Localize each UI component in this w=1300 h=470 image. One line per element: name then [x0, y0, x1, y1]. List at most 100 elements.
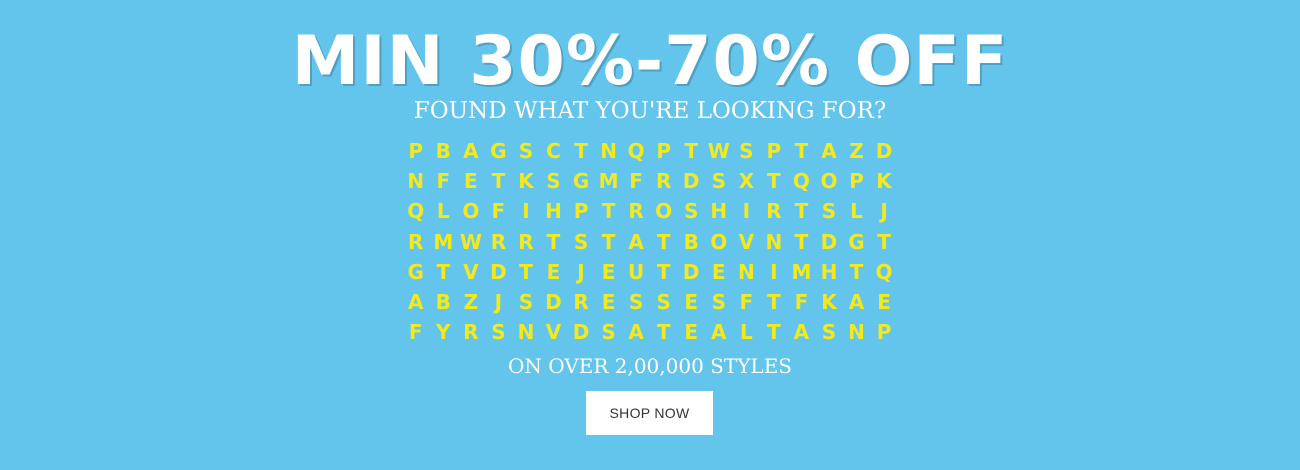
word-search-letter: P: [849, 169, 864, 194]
word-search-letter: K: [821, 290, 837, 315]
word-search-letter: R: [518, 229, 534, 254]
word-search-grid: PBAGSCTNQPTWSPTAZDNFETKSGMFRDSXTQOPKQLOF…: [402, 136, 898, 347]
word-search-letter: S: [821, 199, 837, 224]
word-search-letter: Y: [436, 320, 451, 345]
word-search-letter: R: [655, 169, 672, 194]
word-search-row: FYRSNVDSATEALTASNP: [402, 317, 898, 347]
word-search-letter: S: [684, 199, 699, 224]
word-search-letter: T: [574, 139, 588, 164]
word-search-letter: T: [436, 259, 451, 284]
word-search-letter: F: [491, 199, 506, 224]
word-search-letter: A: [711, 320, 727, 345]
word-search-letter: N: [517, 320, 535, 345]
word-search-letter: W: [459, 229, 482, 254]
word-search-letter: A: [848, 290, 865, 315]
word-search-letter: E: [684, 290, 699, 315]
word-search-letter: H: [820, 259, 838, 284]
word-search-letter: F: [408, 320, 423, 345]
shop-now-button[interactable]: SHOP NOW: [586, 391, 713, 435]
word-search-letter: T: [656, 259, 671, 284]
word-search-letter: F: [629, 169, 643, 194]
word-search-letter: I: [770, 259, 778, 284]
word-search-letter: X: [738, 169, 755, 194]
word-search-letter: L: [850, 199, 863, 224]
word-search-letter: D: [820, 229, 838, 254]
word-search-letter: F: [794, 290, 809, 315]
word-search-letter: S: [546, 169, 561, 194]
word-search-letter: A: [628, 320, 644, 345]
word-search-letter: G: [490, 139, 507, 164]
word-search-letter: G: [572, 169, 590, 194]
word-search-letter: Z: [849, 139, 864, 164]
word-search-letter: R: [463, 320, 479, 345]
word-search-letter: V: [738, 229, 755, 254]
word-search-row: QLOFIHPTROSHIRTSLJ: [402, 196, 898, 226]
word-search-letter: P: [573, 199, 589, 224]
word-search-letter: S: [821, 320, 837, 345]
word-search-letter: G: [407, 259, 424, 284]
word-search-letter: D: [490, 259, 507, 284]
word-search-letter: J: [577, 259, 585, 284]
word-search-letter: S: [739, 139, 754, 164]
word-search-letter: S: [518, 139, 534, 164]
word-search-letter: T: [794, 229, 809, 254]
word-search-letter: V: [463, 259, 479, 284]
word-search-letter: T: [656, 320, 671, 345]
word-search-row: NFETKSGMFRDSXTQOPK: [402, 166, 898, 196]
word-search-letter: L: [436, 199, 450, 224]
word-search-letter: A: [628, 229, 644, 254]
word-search-letter: D: [682, 259, 700, 284]
word-search-letter: S: [601, 320, 616, 345]
sale-subhead: FOUND WHAT YOU'RE LOOKING FOR?: [413, 98, 887, 124]
word-search-letter: O: [710, 229, 728, 254]
word-search-letter: Z: [463, 290, 479, 315]
word-search-letter: E: [877, 290, 891, 315]
word-search-letter: A: [821, 139, 837, 164]
word-search-letter: P: [408, 139, 424, 164]
word-search-letter: Q: [407, 199, 425, 224]
word-search-row: ABZJSDRESSESFTFKAE: [402, 287, 898, 317]
word-search-letter: B: [435, 139, 451, 164]
word-search-letter: S: [491, 320, 506, 345]
sale-banner[interactable]: MIN 30%-70% OFF FOUND WHAT YOU'RE LOOKIN…: [0, 0, 1300, 470]
word-search-letter: O: [655, 199, 673, 224]
word-search-letter: H: [710, 199, 728, 224]
word-search-letter: L: [739, 320, 753, 345]
word-search-letter: R: [766, 199, 782, 224]
word-search-letter: A: [463, 139, 479, 164]
word-search-letter: K: [518, 169, 534, 194]
word-search-letter: Q: [792, 169, 810, 194]
word-search-letter: T: [656, 229, 671, 254]
word-search-letter: C: [546, 139, 561, 164]
word-search-letter: P: [766, 139, 782, 164]
word-search-row: RMWRRTSTATBOVNTDGT: [402, 227, 898, 257]
word-search-letter: T: [877, 229, 891, 254]
word-search-letter: W: [707, 139, 730, 164]
word-search-letter: T: [491, 169, 506, 194]
word-search-letter: U: [628, 259, 645, 284]
word-search-letter: T: [546, 229, 561, 254]
word-search-letter: F: [739, 290, 754, 315]
word-search-letter: T: [684, 139, 699, 164]
word-search-letter: K: [876, 169, 892, 194]
word-search-letter: E: [464, 169, 478, 194]
word-search-letter: M: [433, 229, 454, 254]
word-search-letter: N: [848, 320, 865, 345]
sale-headline: MIN 30%-70% OFF: [291, 22, 1009, 101]
word-search-letter: D: [572, 320, 590, 345]
word-search-letter: P: [656, 139, 671, 164]
styles-tagline: ON OVER 2,00,000 STYLES: [507, 354, 792, 378]
word-search-letter: R: [490, 229, 507, 254]
word-search-letter: A: [408, 290, 424, 315]
word-search-letter: J: [494, 290, 503, 315]
word-search-letter: Q: [627, 139, 645, 164]
word-search-letter: G: [848, 229, 865, 254]
word-search-letter: O: [462, 199, 480, 224]
word-search-letter: M: [791, 259, 812, 284]
word-search-letter: V: [545, 320, 562, 345]
word-search-letter: I: [742, 199, 751, 224]
word-search-letter: T: [601, 229, 616, 254]
word-search-letter: E: [601, 290, 616, 315]
word-search-letter: N: [600, 139, 617, 164]
word-search-letter: E: [711, 259, 726, 284]
